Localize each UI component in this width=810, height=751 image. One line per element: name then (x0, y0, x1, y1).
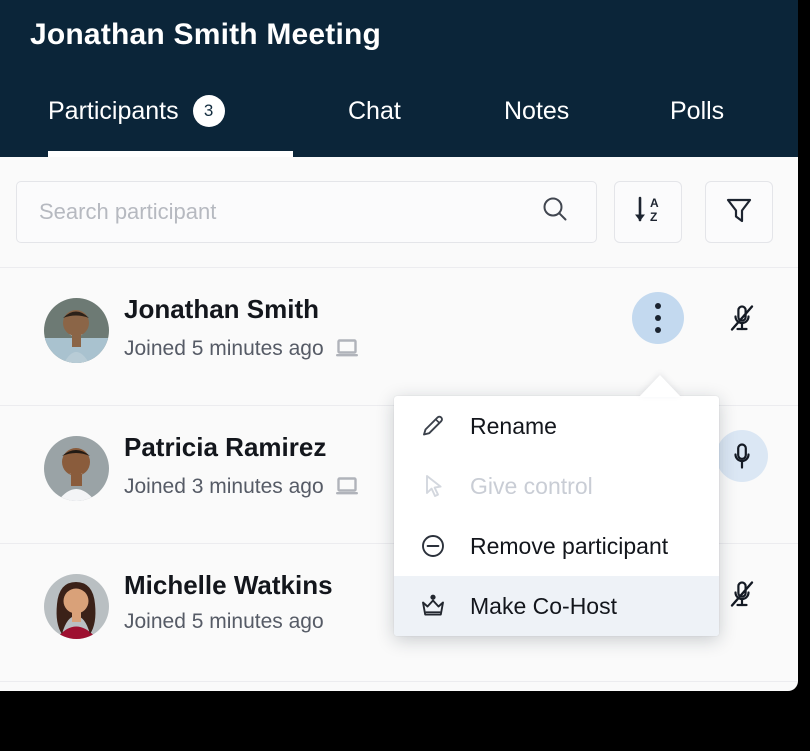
microphone-muted-icon[interactable] (716, 292, 768, 344)
svg-text:Z: Z (650, 210, 657, 224)
avatar (44, 436, 109, 501)
tab-participants[interactable]: Participants 3 (48, 95, 225, 157)
participants-count-badge: 3 (192, 95, 225, 127)
menu-item-make-co-host-label: Make Co-Host (470, 592, 617, 619)
tab-notes-label: Notes (504, 97, 570, 125)
menu-item-make-co-host[interactable]: Make Co-Host (394, 576, 719, 636)
laptop-icon (335, 477, 358, 501)
menu-item-remove-participant[interactable]: Remove participant (394, 516, 719, 576)
crown-icon (418, 592, 448, 620)
tab-bar: Participants 3 Chat Notes Polls (0, 95, 798, 157)
pencil-icon (418, 412, 448, 440)
sort-button[interactable]: A Z (614, 181, 682, 243)
context-menu-pointer (639, 375, 681, 397)
avatar (44, 298, 109, 363)
search-toolbar: A Z (0, 157, 798, 268)
kebab-dot (655, 315, 661, 321)
participant-context-menu: Rename Give control Remove participant M… (394, 396, 719, 636)
search-icon[interactable] (540, 195, 570, 230)
menu-item-remove-participant-label: Remove participant (470, 532, 669, 559)
participant-name: Jonathan Smith (124, 294, 320, 324)
menu-item-give-control: Give control (394, 456, 719, 516)
participant-joined: Joined 5 minutes ago (124, 610, 324, 634)
filter-button[interactable] (705, 181, 773, 243)
avatar (44, 574, 109, 639)
search-field-wrapper[interactable] (16, 181, 597, 243)
sort-alpha-descending-icon: A Z (631, 193, 665, 232)
kebab-dot (655, 303, 661, 309)
participant-joined-text: Joined 3 minutes ago (124, 474, 324, 498)
cursor-arrow-icon (418, 472, 448, 500)
microphone-icon[interactable] (716, 430, 768, 482)
tab-chat-label: Chat (348, 97, 401, 125)
menu-item-give-control-label: Give control (470, 472, 593, 499)
menu-item-rename-label: Rename (470, 412, 557, 439)
tab-polls-label: Polls (670, 97, 725, 125)
kebab-dot (655, 327, 661, 333)
tab-polls[interactable]: Polls (670, 96, 724, 157)
participant-joined-text: Joined 5 minutes ago (124, 610, 324, 633)
microphone-muted-icon[interactable] (716, 568, 768, 620)
tab-participants-label: Participants (48, 97, 179, 125)
participant-more-options-button[interactable] (632, 292, 684, 344)
participant-joined: Joined 3 minutes ago (124, 472, 358, 501)
tab-chat[interactable]: Chat (348, 96, 401, 157)
funnel-filter-icon (723, 194, 755, 231)
participant-name: Patricia Ramirez (124, 432, 327, 462)
page-title: Jonathan Smith Meeting (30, 18, 382, 51)
laptop-icon (335, 339, 358, 363)
participant-name: Michelle Watkins (124, 570, 333, 600)
meeting-header: Jonathan Smith Meeting Participants 3 Ch… (0, 0, 798, 157)
menu-item-rename[interactable]: Rename (394, 396, 719, 456)
tab-notes[interactable]: Notes (504, 96, 569, 157)
svg-text:A: A (650, 196, 659, 210)
minus-circle-icon (418, 532, 448, 560)
meeting-panel: Jonathan Smith Meeting Participants 3 Ch… (0, 0, 798, 691)
participant-joined: Joined 5 minutes ago (124, 334, 358, 363)
participant-joined-text: Joined 5 minutes ago (124, 336, 324, 360)
search-input[interactable] (17, 199, 540, 225)
